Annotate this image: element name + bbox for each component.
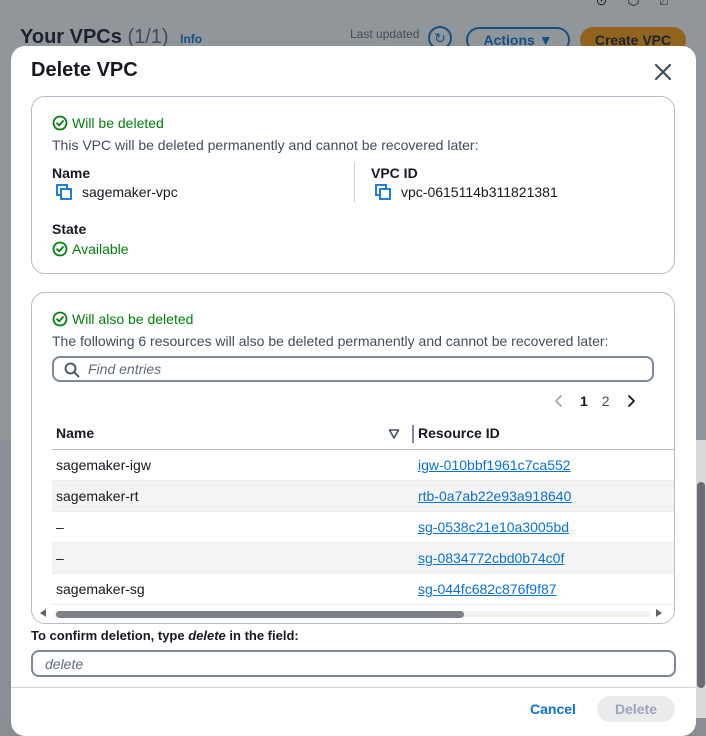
success-check-icon <box>52 311 68 327</box>
will-also-be-deleted-text: Will also be deleted <box>72 311 194 327</box>
modal-title: Delete VPC <box>31 59 138 81</box>
resources-description: The following 6 resources will also be d… <box>52 333 609 349</box>
resources-panel: Will also be deleted The following 6 res… <box>31 292 675 624</box>
state-value: Available <box>72 241 129 257</box>
confirm-keyword: delete <box>188 628 226 643</box>
find-entries-search[interactable] <box>52 356 654 382</box>
vpc-name-value: sagemaker-vpc <box>82 184 178 200</box>
vpc-id-value: vpc-0615114b311821381 <box>401 184 558 200</box>
table-row: sagemaker-igw igw-010bbf1961c7ca552 <box>52 449 674 481</box>
resource-id-link[interactable]: igw-010bbf1961c7ca552 <box>418 457 571 473</box>
column-header-name[interactable]: Name <box>52 417 414 450</box>
confirm-prefix: To confirm deletion, type <box>31 628 189 643</box>
state-label: State <box>52 221 87 237</box>
close-icon[interactable] <box>651 60 675 84</box>
success-check-icon <box>52 115 68 131</box>
confirm-deletion-label: To confirm deletion, type delete in the … <box>31 628 299 643</box>
page-2-button[interactable]: 2 <box>602 393 610 409</box>
column-header-name-label: Name <box>56 425 95 441</box>
confirm-deletion-input[interactable] <box>45 654 645 673</box>
resource-name-cell: – <box>52 542 414 574</box>
chevron-left-icon[interactable] <box>552 394 566 408</box>
resource-id-cell: sg-0834772cbd0b74c0f <box>414 542 674 574</box>
resource-name-cell: – <box>52 511 414 543</box>
column-divider <box>354 162 355 202</box>
vpc-name: sagemaker-vpc <box>56 184 178 200</box>
table-row: sagemaker-sg sg-044fc682c876f9f87 <box>52 573 674 605</box>
page-1-button[interactable]: 1 <box>580 393 588 409</box>
column-header-resource-id-label: Resource ID <box>418 425 500 441</box>
resource-id-cell: rtb-0a7ab22e93a918640 <box>414 480 674 512</box>
resource-id-link[interactable]: rtb-0a7ab22e93a918640 <box>418 488 571 504</box>
will-be-deleted-status: Will be deleted <box>52 115 164 131</box>
table-row: – sg-0834772cbd0b74c0f <box>52 542 674 574</box>
success-check-icon <box>52 241 68 257</box>
resource-id-cell: igw-010bbf1961c7ca552 <box>414 449 674 481</box>
table-row: sagemaker-rt rtb-0a7ab22e93a918640 <box>52 480 674 512</box>
resource-id-cell: sg-0538c21e10a3005bd <box>414 511 674 543</box>
copy-icon[interactable] <box>56 184 72 200</box>
name-label: Name <box>52 165 91 181</box>
will-also-be-deleted-status: Will also be deleted <box>52 311 193 327</box>
resource-id-cell: sg-044fc682c876f9f87 <box>414 573 674 605</box>
scroll-right-arrow-icon[interactable] <box>656 609 662 617</box>
vpc-id-label: VPC ID <box>371 165 418 181</box>
table-row: – sg-0538c21e10a3005bd <box>52 511 674 543</box>
confirm-deletion-field[interactable] <box>31 650 676 677</box>
table-horizontal-scrollbar[interactable] <box>38 607 668 619</box>
scrollbar-thumb[interactable] <box>56 611 464 618</box>
delete-button[interactable]: Delete <box>597 696 675 722</box>
page-scrollbar-thumb[interactable] <box>697 482 705 688</box>
vpc-id: vpc-0615114b311821381 <box>375 184 558 200</box>
chevron-right-icon[interactable] <box>624 394 638 408</box>
scroll-left-arrow-icon[interactable] <box>40 609 46 617</box>
resource-id-link[interactable]: sg-0834772cbd0b74c0f <box>418 550 564 566</box>
resources-table: Name Resource ID sagemaker-igw igw-010bb… <box>52 417 674 605</box>
table-header-row: Name Resource ID <box>52 417 674 450</box>
state-status: Available <box>52 241 129 257</box>
cancel-button[interactable]: Cancel <box>515 696 591 722</box>
column-header-resource-id[interactable]: Resource ID <box>414 417 674 450</box>
resource-id-link[interactable]: sg-0538c21e10a3005bd <box>418 519 569 535</box>
will-be-deleted-text: Will be deleted <box>72 115 164 131</box>
delete-vpc-modal: Delete VPC Will be deleted This VPC will… <box>11 46 696 736</box>
sort-down-icon[interactable] <box>388 428 400 440</box>
search-icon <box>64 362 80 378</box>
copy-icon[interactable] <box>375 184 391 200</box>
search-input[interactable] <box>88 360 628 378</box>
vpc-panel: Will be deleted This VPC will be deleted… <box>31 96 675 274</box>
confirm-suffix: in the field: <box>225 628 299 643</box>
resource-id-link[interactable]: sg-044fc682c876f9f87 <box>418 581 557 597</box>
pagination: 1 2 <box>552 391 638 411</box>
vpc-description: This VPC will be deleted permanently and… <box>52 137 479 153</box>
resource-name-cell: sagemaker-sg <box>52 573 414 605</box>
resource-name-cell: sagemaker-rt <box>52 480 414 512</box>
resource-name-cell: sagemaker-igw <box>52 449 414 481</box>
footer-divider <box>11 687 696 688</box>
